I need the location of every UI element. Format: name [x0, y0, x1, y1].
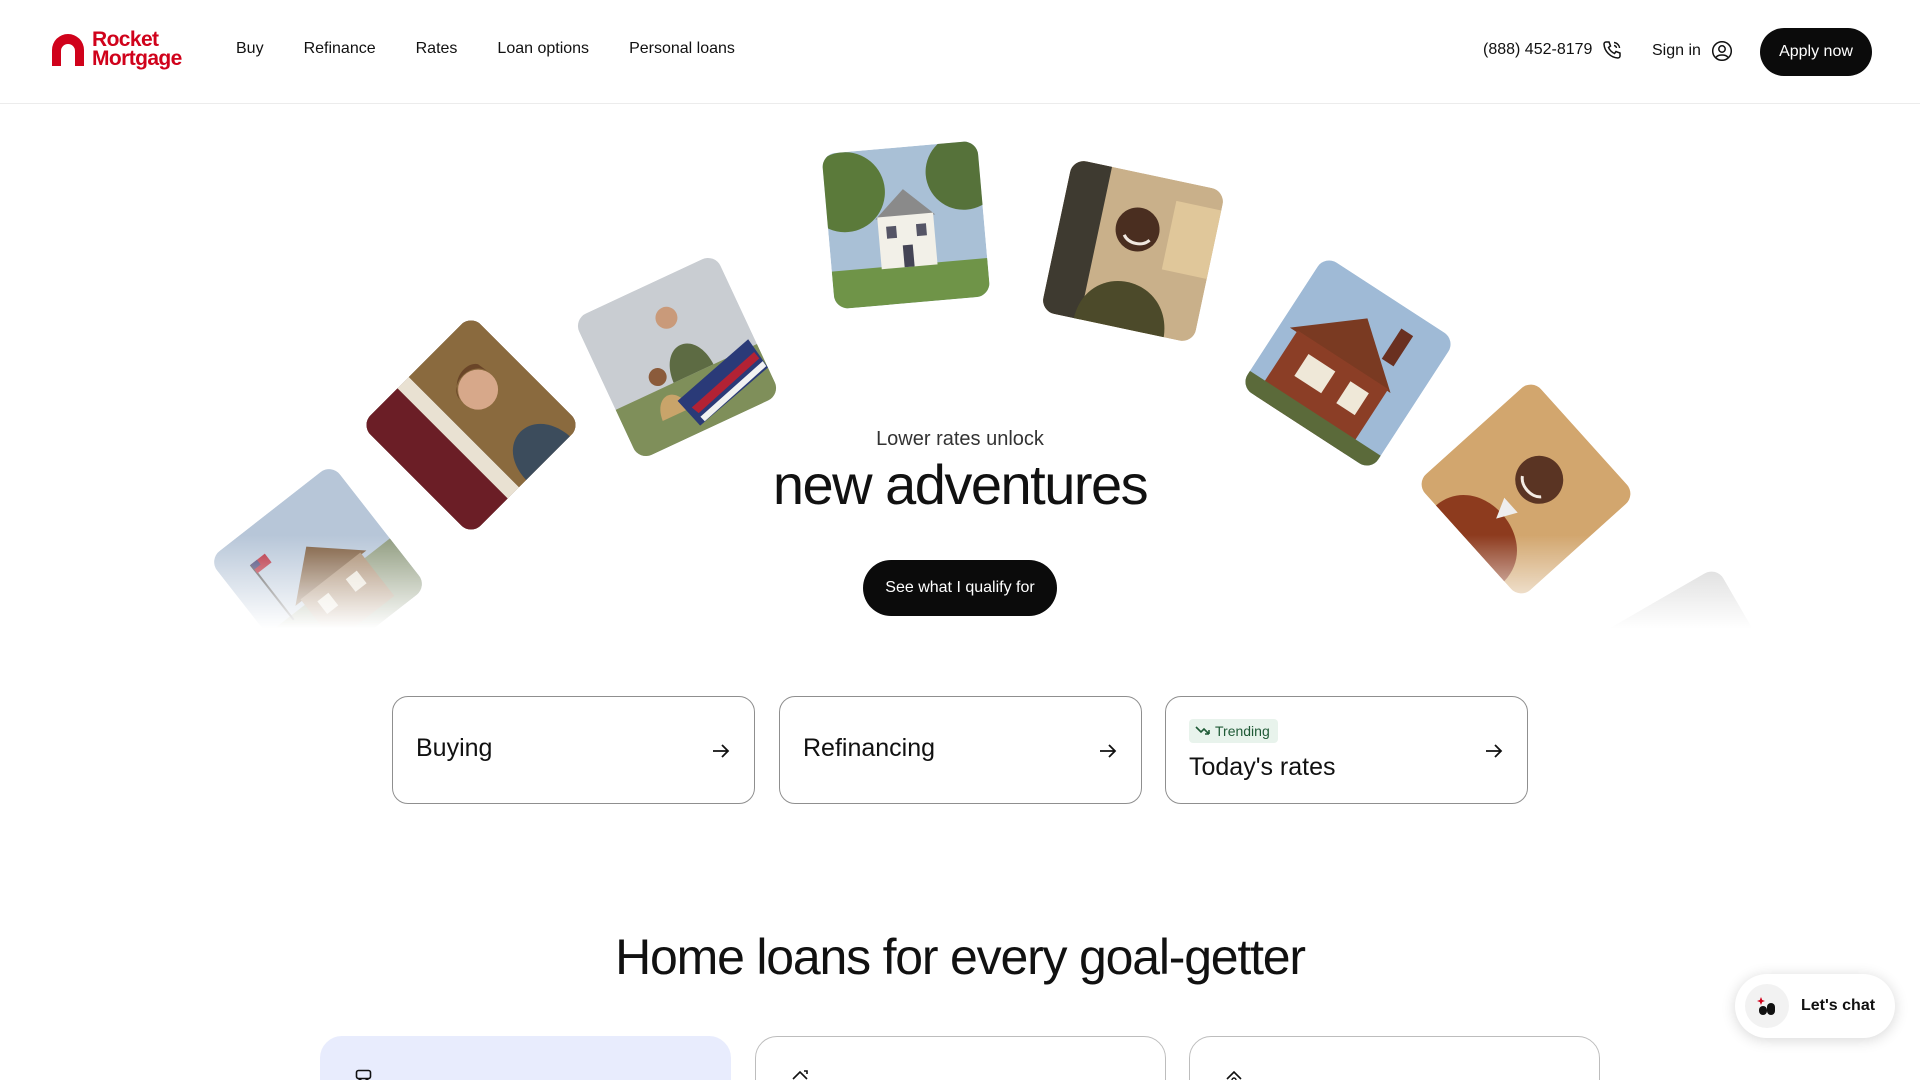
arrow-right-icon: [713, 744, 730, 758]
todays-rates-card[interactable]: Trending Today's rates: [1165, 696, 1528, 804]
main-nav: Buy Refinance Rates Loan options Persona…: [236, 40, 735, 58]
trending-label: Trending: [1215, 723, 1270, 739]
phone-icon: [1603, 41, 1622, 59]
smiling-man-kitchen-photo: [1040, 158, 1226, 344]
logo-line-2: Mortgage: [92, 47, 182, 70]
arrow-right-icon: [1100, 744, 1117, 758]
loan-card-refinance[interactable]: [755, 1036, 1166, 1080]
todays-rates-label: Today's rates: [1189, 753, 1336, 781]
trending-down-icon: [1195, 726, 1210, 735]
home-loans-section-title: Home loans for every goal-getter: [615, 929, 1306, 985]
refinancing-card[interactable]: Refinancing: [779, 696, 1142, 804]
house-dollar-icon: [1226, 1070, 1242, 1080]
site-header: Rocket Mortgage Buy Refinance Rates Loan…: [0, 0, 1920, 104]
trending-badge: Trending: [1189, 719, 1278, 743]
partial-photo: [1581, 566, 1795, 645]
user-circle-icon: [1711, 40, 1732, 62]
buying-card[interactable]: Buying: [392, 696, 755, 804]
loan-card-buy[interactable]: [320, 1036, 731, 1080]
chat-bot-icon: [1757, 997, 1775, 1015]
nav-loan-options[interactable]: Loan options: [497, 40, 589, 58]
rocket-logo-icon: [52, 34, 84, 66]
nav-buy[interactable]: Buy: [236, 40, 264, 58]
phone-link[interactable]: (888) 452-8179: [1483, 40, 1622, 60]
white-farmhouse-photo: [821, 140, 991, 310]
lets-chat-button[interactable]: Let's chat: [1735, 974, 1895, 1038]
hero-subtitle: Lower rates unlock: [876, 428, 1044, 450]
arrow-right-icon: [1486, 744, 1503, 758]
nav-personal-loans[interactable]: Personal loans: [629, 40, 735, 58]
house-refresh-icon: [792, 1070, 808, 1080]
loan-card-home-equity[interactable]: [1189, 1036, 1600, 1080]
hero-title: new adventures: [772, 453, 1149, 516]
van-icon: [355, 1069, 372, 1080]
sign-in-link[interactable]: Sign in: [1652, 40, 1733, 62]
buying-label: Buying: [416, 734, 493, 762]
see-what-i-qualify-button[interactable]: See what I qualify for: [863, 560, 1057, 616]
apply-now-button[interactable]: Apply now: [1760, 28, 1872, 76]
nav-rates[interactable]: Rates: [416, 40, 458, 58]
phone-number: (888) 452-8179: [1483, 41, 1593, 58]
logo-wordmark: Rocket Mortgage: [92, 29, 182, 70]
chat-label: Let's chat: [1801, 997, 1876, 1014]
rocket-mortgage-logo[interactable]: Rocket Mortgage: [48, 29, 182, 70]
refinancing-label: Refinancing: [803, 734, 936, 762]
chat-avatar: [1745, 984, 1789, 1028]
nav-refinance[interactable]: Refinance: [304, 40, 376, 58]
sign-in-label: Sign in: [1652, 42, 1701, 59]
